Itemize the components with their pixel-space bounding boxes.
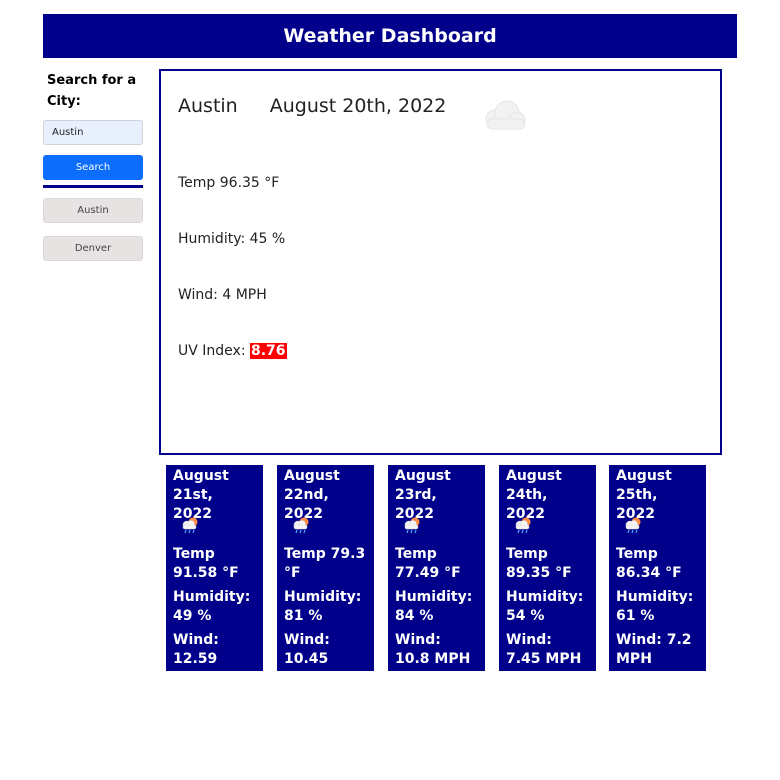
five-day-forecast: August 21st, 2022 Temp 91.58 °F Humidity… <box>0 465 780 686</box>
forecast-temp: Temp 79.3 °F <box>284 546 366 581</box>
city-search-input[interactable] <box>43 120 143 145</box>
forecast-humidity: Humidity: 61 % <box>616 589 694 624</box>
search-button[interactable]: Search <box>43 155 143 180</box>
forecast-wind: Wind: 7.2 MPH <box>616 632 692 667</box>
current-uv-index: UV Index: 8.76 <box>178 343 287 359</box>
current-city: Austin <box>178 95 238 117</box>
page-header: Weather Dashboard <box>43 14 737 58</box>
cloud-icon <box>485 100 526 130</box>
forecast-date: August 23rd, 2022 <box>395 468 451 522</box>
forecast-humidity: Humidity: 49 % <box>173 589 251 624</box>
history-button-austin[interactable]: Austin <box>43 198 143 223</box>
current-date: August 20th, 2022 <box>269 95 447 117</box>
forecast-card-5: August 25th, 2022 Temp 86.34 °F Humidity… <box>609 465 706 671</box>
uv-label: UV Index: <box>178 343 250 359</box>
forecast-card-3: August 23rd, 2022 Temp 77.49 °F Humidity… <box>388 465 485 671</box>
forecast-date: August 22nd, 2022 <box>284 468 340 522</box>
forecast-humidity: Humidity: 84 % <box>395 589 473 624</box>
forecast-card-2: August 22nd, 2022 Temp 79.3 °F Humidity:… <box>277 465 374 686</box>
forecast-date: August 21st, 2022 <box>173 468 229 522</box>
sidebar-divider <box>43 185 143 188</box>
current-weather-panel: Austin August 20th, 2022 Temp 96.35 °F H… <box>159 69 722 455</box>
current-temp: Temp 96.35 °F <box>178 175 280 191</box>
current-weather-heading: Austin August 20th, 2022 <box>178 95 446 117</box>
forecast-humidity: Humidity: 54 % <box>506 589 584 624</box>
forecast-date: August 25th, 2022 <box>616 468 672 522</box>
uv-value-badge: 8.76 <box>249 343 287 359</box>
forecast-humidity: Humidity: 81 % <box>284 589 362 624</box>
current-humidity: Humidity: 45 % <box>178 231 286 247</box>
current-wind: Wind: 4 MPH <box>178 287 267 303</box>
forecast-temp: Temp 86.34 °F <box>616 546 682 581</box>
search-label: Search for a City: <box>47 73 137 109</box>
forecast-temp: Temp 77.49 °F <box>395 546 461 581</box>
forecast-card-1: August 21st, 2022 Temp 91.58 °F Humidity… <box>166 465 263 686</box>
forecast-date: August 24th, 2022 <box>506 468 562 522</box>
forecast-wind: Wind: 10.8 MPH <box>395 632 471 667</box>
search-history: Austin Denver <box>43 198 143 261</box>
forecast-temp: Temp 89.35 °F <box>506 546 572 581</box>
forecast-temp: Temp 91.58 °F <box>173 546 239 581</box>
search-sidebar: Search for a City: Search Austin Denver <box>43 70 143 274</box>
forecast-card-4: August 24th, 2022 Temp 89.35 °F Humidity… <box>499 465 596 671</box>
page-title: Weather Dashboard <box>283 25 497 47</box>
forecast-wind: Wind: 10.45 MPH <box>284 632 330 686</box>
forecast-wind: Wind: 7.45 MPH <box>506 632 582 667</box>
history-button-denver[interactable]: Denver <box>43 236 143 261</box>
forecast-wind: Wind: 12.59 MPH <box>173 632 219 686</box>
